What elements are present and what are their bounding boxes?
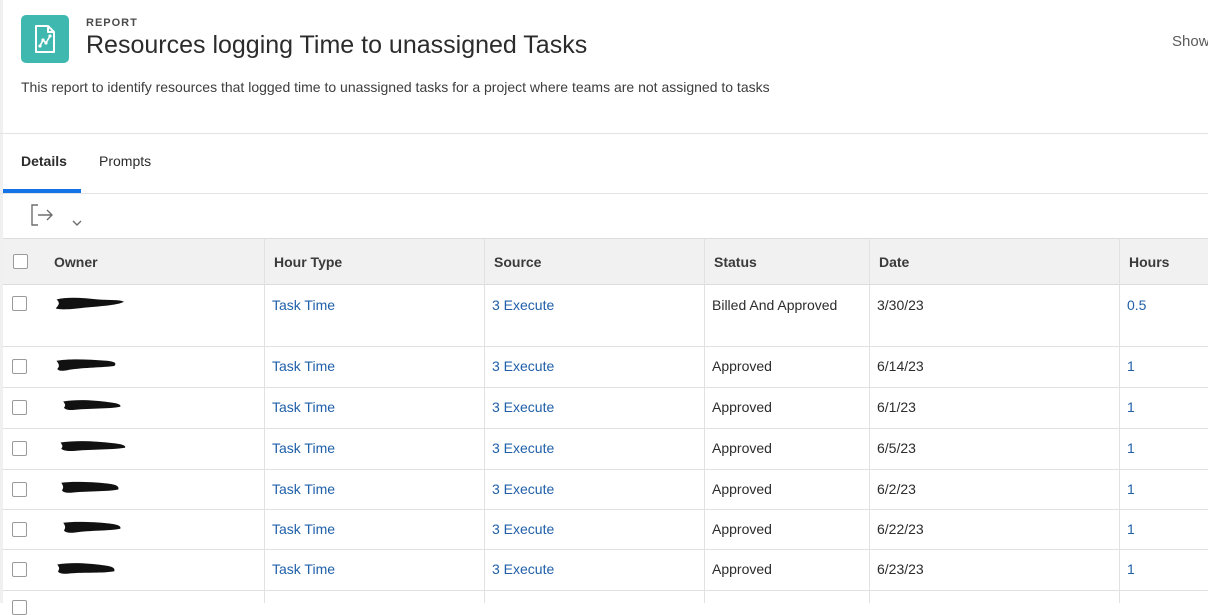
table-toolbar xyxy=(0,194,1208,238)
redacted-owner-name xyxy=(55,297,124,310)
tab-bar: Details Prompts xyxy=(0,134,1208,194)
row-checkbox[interactable] xyxy=(12,522,27,537)
tab-details[interactable]: Details xyxy=(21,153,67,169)
status-text: Approved xyxy=(712,521,772,537)
row-checkbox[interactable] xyxy=(12,482,27,497)
date-text: 6/23/23 xyxy=(877,561,924,577)
date-text: 6/22/23 xyxy=(877,521,924,537)
date-text: 3/30/23 xyxy=(877,297,924,313)
date-text: 6/14/23 xyxy=(877,358,924,374)
chevron-down-icon xyxy=(72,220,82,226)
hour-type-link[interactable]: Task Time xyxy=(272,481,335,497)
date-text: 6/2/23 xyxy=(877,481,916,497)
hour-type-link[interactable]: Task Time xyxy=(272,297,335,313)
hours-link[interactable]: 0.5 xyxy=(1127,297,1146,313)
redacted-owner-name xyxy=(57,563,115,574)
row-checkbox[interactable] xyxy=(12,400,27,415)
table-header-row: Owner Hour Type Source Status Date Hours xyxy=(3,238,1208,285)
source-link[interactable]: 3 Execute xyxy=(492,358,554,374)
hour-type-link[interactable]: Task Time xyxy=(272,521,335,537)
export-icon xyxy=(31,204,53,226)
row-checkbox[interactable] xyxy=(12,359,27,374)
column-header-date[interactable]: Date xyxy=(879,254,909,270)
column-header-source[interactable]: Source xyxy=(494,254,541,270)
table-row[interactable]: Task Time 3 Execute Approved 6/14/23 1 xyxy=(3,347,1208,388)
hours-link[interactable]: 1 xyxy=(1127,358,1135,374)
table-row[interactable] xyxy=(3,591,1208,615)
hours-link[interactable]: 1 xyxy=(1127,481,1135,497)
status-text: Approved xyxy=(712,399,772,415)
hours-link[interactable]: 1 xyxy=(1127,521,1135,537)
source-link[interactable]: 3 Execute xyxy=(492,297,554,313)
source-link[interactable]: 3 Execute xyxy=(492,481,554,497)
hours-link[interactable]: 1 xyxy=(1127,440,1135,456)
show-button[interactable]: Show xyxy=(1172,33,1208,50)
source-link[interactable]: 3 Execute xyxy=(492,399,554,415)
page-title: Resources logging Time to unassigned Tas… xyxy=(86,31,588,59)
column-header-owner[interactable]: Owner xyxy=(54,254,98,270)
status-text: Approved xyxy=(712,561,772,577)
redacted-owner-name xyxy=(60,441,126,452)
select-all-checkbox[interactable] xyxy=(13,254,28,269)
source-link[interactable]: 3 Execute xyxy=(492,561,554,577)
tab-prompts[interactable]: Prompts xyxy=(99,153,151,169)
status-text: Approved xyxy=(712,481,772,497)
row-checkbox[interactable] xyxy=(12,441,27,456)
hours-link[interactable]: 1 xyxy=(1127,399,1135,415)
report-header: REPORT Resources logging Time to unassig… xyxy=(0,0,1208,134)
table-row[interactable]: Task Time 3 Execute Approved 6/1/23 1 xyxy=(3,388,1208,429)
report-chart-icon xyxy=(21,15,69,63)
redacted-owner-name xyxy=(61,481,119,493)
column-header-hour-type[interactable]: Hour Type xyxy=(274,254,342,270)
status-text: Billed And Approved xyxy=(712,297,838,313)
row-checkbox[interactable] xyxy=(12,600,27,615)
redacted-owner-name xyxy=(63,400,121,411)
column-header-hours[interactable]: Hours xyxy=(1129,254,1169,270)
date-text: 6/5/23 xyxy=(877,440,916,456)
redacted-owner-name xyxy=(56,359,116,371)
report-eyebrow-label: REPORT xyxy=(86,17,138,29)
hour-type-link[interactable]: Task Time xyxy=(272,358,335,374)
report-description: This report to identify resources that l… xyxy=(21,79,770,95)
row-checkbox[interactable] xyxy=(12,296,27,311)
hour-type-link[interactable]: Task Time xyxy=(272,440,335,456)
table-row[interactable]: Task Time 3 Execute Approved 6/22/23 1 xyxy=(3,510,1208,550)
source-link[interactable]: 3 Execute xyxy=(492,521,554,537)
hours-link[interactable]: 1 xyxy=(1127,561,1135,577)
row-checkbox[interactable] xyxy=(12,562,27,577)
status-text: Approved xyxy=(712,440,772,456)
table-row[interactable]: Task Time 3 Execute Approved 6/5/23 1 xyxy=(3,429,1208,470)
source-link[interactable]: 3 Execute xyxy=(492,440,554,456)
table-row[interactable]: Task Time 3 Execute Billed And Approved … xyxy=(3,284,1208,347)
export-menu-button[interactable] xyxy=(30,202,90,228)
hour-type-link[interactable]: Task Time xyxy=(272,399,335,415)
hour-type-link[interactable]: Task Time xyxy=(272,561,335,577)
table-row[interactable]: Task Time 3 Execute Approved 6/2/23 1 xyxy=(3,470,1208,510)
date-text: 6/1/23 xyxy=(877,399,916,415)
table-row[interactable]: Task Time 3 Execute Approved 6/23/23 1 xyxy=(3,550,1208,591)
status-text: Approved xyxy=(712,358,772,374)
column-header-status[interactable]: Status xyxy=(714,254,757,270)
redacted-owner-name xyxy=(63,521,121,533)
active-tab-indicator xyxy=(3,189,81,193)
